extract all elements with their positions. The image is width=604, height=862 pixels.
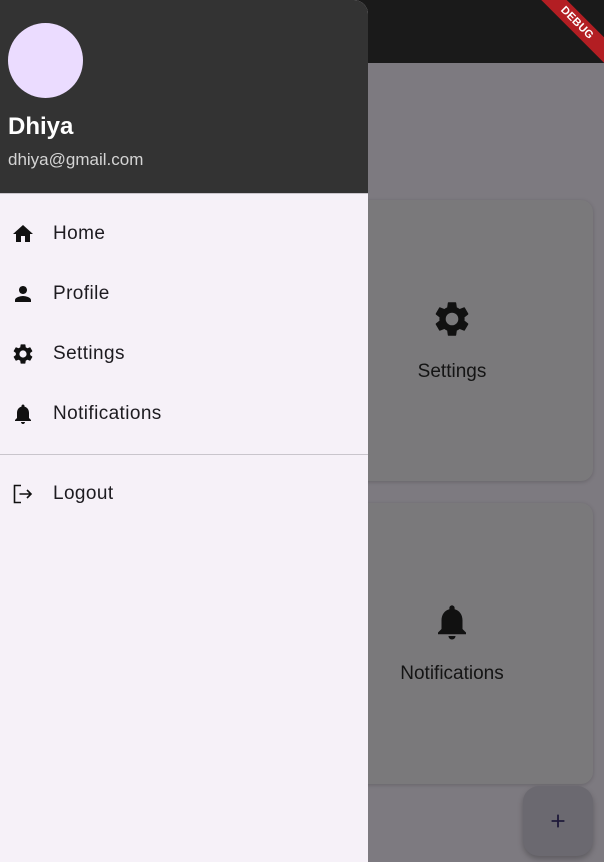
gear-icon xyxy=(435,302,469,336)
drawer-item-label: Settings xyxy=(53,343,125,364)
drawer-item-label: Notifications xyxy=(53,403,162,424)
bell-icon xyxy=(11,402,35,426)
drawer-divider xyxy=(0,454,368,455)
logout-icon xyxy=(11,482,35,506)
navigation-drawer: Dhiya dhiya@gmail.com Home Profile Setti… xyxy=(0,0,368,862)
drawer-item-label: Profile xyxy=(53,283,110,304)
drawer-item-notifications[interactable]: Notifications xyxy=(0,385,368,443)
add-fab-button[interactable] xyxy=(523,786,593,856)
account-name: Dhiya xyxy=(8,113,74,140)
drawer-item-home[interactable]: Home xyxy=(0,205,368,263)
drawer-header: Dhiya dhiya@gmail.com xyxy=(0,0,368,194)
account-email: dhiya@gmail.com xyxy=(8,150,144,169)
drawer-item-profile[interactable]: Profile xyxy=(0,265,368,323)
avatar[interactable] xyxy=(8,23,83,98)
plus-icon xyxy=(551,814,565,828)
drawer-item-logout[interactable]: Logout xyxy=(0,465,368,523)
notifications-card-label: Notifications xyxy=(400,663,504,684)
bell-icon xyxy=(438,605,466,640)
drawer-item-label: Home xyxy=(53,223,106,244)
drawer-item-settings[interactable]: Settings xyxy=(0,325,368,383)
settings-card-label: Settings xyxy=(417,361,487,382)
person-icon xyxy=(11,282,35,306)
gear-icon xyxy=(11,342,35,366)
home-icon xyxy=(11,222,35,246)
drawer-item-label: Logout xyxy=(53,483,114,504)
